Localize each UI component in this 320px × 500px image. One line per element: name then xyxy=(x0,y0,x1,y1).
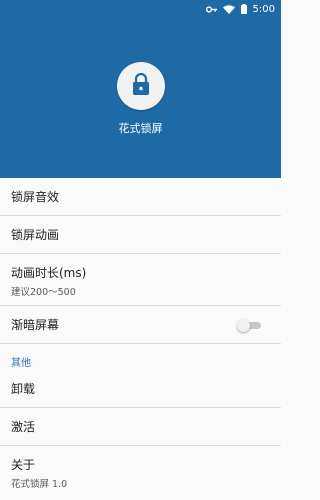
wifi-icon xyxy=(222,4,235,14)
setting-title: 锁屏音效 xyxy=(11,190,60,204)
setting-summary: 花式锁屏 1.0 xyxy=(11,479,68,490)
app-header: 5:00 花式锁屏 xyxy=(0,0,281,178)
key-icon xyxy=(205,5,217,13)
setting-dim-screen[interactable]: 渐暗屏幕 xyxy=(0,306,281,344)
clock-text: 5:00 xyxy=(252,3,275,15)
setting-animation-duration[interactable]: 动画时长(ms) 建议200～500 xyxy=(0,254,281,306)
setting-title: 动画时长(ms) xyxy=(11,266,87,280)
setting-title: 激活 xyxy=(11,420,36,434)
setting-summary: 建议200～500 xyxy=(11,287,76,298)
setting-title: 卸载 xyxy=(11,382,36,396)
lock-icon xyxy=(132,72,150,99)
setting-activate[interactable]: 激活 xyxy=(0,408,281,446)
setting-about[interactable]: 关于 花式锁屏 1.0 xyxy=(0,446,281,498)
setting-title: 渐暗屏幕 xyxy=(11,318,60,332)
setting-lock-animation[interactable]: 锁屏动画 xyxy=(0,216,281,254)
battery-icon xyxy=(240,4,247,14)
toggle-thumb xyxy=(237,319,250,332)
setting-uninstall[interactable]: 卸载 xyxy=(0,370,281,408)
app-icon xyxy=(117,62,165,110)
section-header-other: 其他 xyxy=(11,358,31,369)
setting-lock-sound[interactable]: 锁屏音效 xyxy=(0,178,281,216)
app-title: 花式锁屏 xyxy=(118,122,163,135)
status-bar: 5:00 xyxy=(0,0,281,18)
dim-screen-toggle[interactable] xyxy=(237,319,261,332)
setting-title: 关于 xyxy=(11,458,36,472)
settings-list: 锁屏音效 锁屏动画 动画时长(ms) 建议200～500 渐暗屏幕 其他 卸载 … xyxy=(0,178,281,498)
setting-title: 锁屏动画 xyxy=(11,228,60,242)
